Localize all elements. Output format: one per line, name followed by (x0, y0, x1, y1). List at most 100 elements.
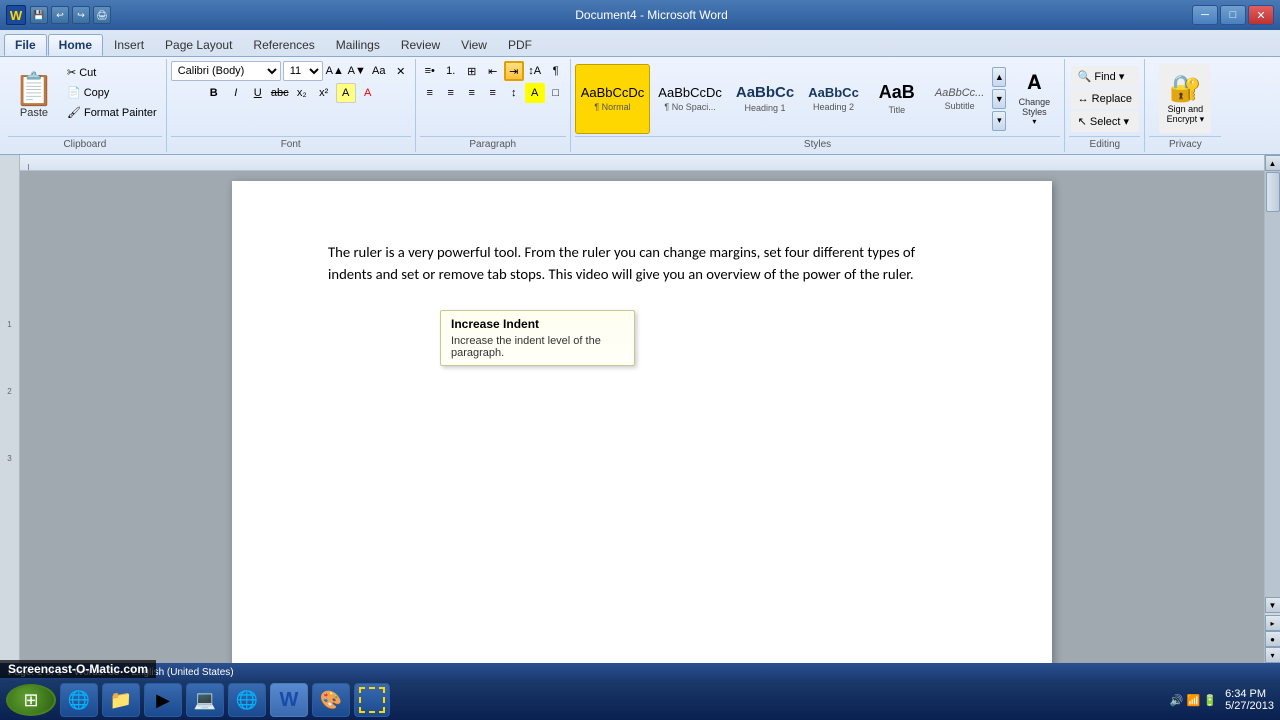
ruler-mark-1: 1 (7, 320, 11, 329)
sign-encrypt-btn[interactable]: 🔐 Sign andEncrypt ▾ (1159, 64, 1211, 134)
style-more[interactable]: ▾ (992, 111, 1006, 131)
print-quick-btn[interactable]: 🖨 (93, 6, 111, 24)
scroll-up-btn[interactable]: ▲ (1265, 155, 1280, 171)
decrease-indent-btn[interactable]: ⇤ (483, 61, 503, 81)
tab-pdf[interactable]: PDF (498, 34, 542, 56)
editing-group: 🔍 Find ▾ ↔ Replace ↖ Select ▾ Editing (1065, 59, 1145, 152)
style-subtitle-label: Subtitle (945, 101, 975, 111)
shrink-font-btn[interactable]: A▼ (347, 61, 367, 81)
highlight-btn[interactable]: A (336, 83, 356, 103)
scroll-track[interactable] (1265, 171, 1280, 597)
align-right-btn[interactable]: ≡ (462, 83, 482, 103)
show-para-btn[interactable]: ¶ (546, 61, 566, 81)
minimize-btn[interactable]: ─ (1192, 5, 1218, 25)
font-content: Calibri (Body) 11 A▲ A▼ Aa ✕ B I U abc x… (171, 61, 411, 136)
tooltip: Increase Indent Increase the indent leve… (440, 310, 635, 366)
date: 5/27/2013 (1225, 700, 1274, 712)
copy-button[interactable]: 📄 Copy (62, 83, 162, 102)
clear-format-btn[interactable]: ✕ (391, 61, 411, 81)
taskbar-media-btn[interactable]: ▶ (144, 683, 182, 717)
numbered-list-btn[interactable]: 1. (441, 61, 461, 81)
align-left-btn[interactable]: ≡ (420, 83, 440, 103)
undo-quick-btn[interactable]: ↩ (51, 6, 69, 24)
bullet-list-btn[interactable]: ≡• (420, 61, 440, 81)
taskbar-screencast-btn[interactable]: 💻 (186, 683, 224, 717)
start-button[interactable]: ⊞ (6, 684, 56, 716)
font-family-select[interactable]: Calibri (Body) (171, 61, 281, 81)
select-btn[interactable]: ↖ Select ▾ (1071, 111, 1139, 132)
redo-quick-btn[interactable]: ↪ (72, 6, 90, 24)
paste-button[interactable]: 📋 Paste (8, 61, 60, 131)
multilevel-list-btn[interactable]: ⊞ (462, 61, 482, 81)
border-btn[interactable]: □ (546, 83, 566, 103)
find-btn[interactable]: 🔍 Find ▾ (1071, 66, 1139, 87)
word-logo: W (6, 5, 26, 25)
vertical-scrollbar[interactable]: ▲ ▼ ▸ ● ▾ (1264, 155, 1280, 663)
scroll-extra-btn2[interactable]: ● (1265, 631, 1280, 647)
style-heading2[interactable]: AaBbCc Heading 2 (802, 64, 865, 134)
style-scroll-down[interactable]: ▼ (992, 89, 1006, 109)
taskbar-explorer-btn[interactable]: 📁 (102, 683, 140, 717)
justify-btn[interactable]: ≡ (483, 83, 503, 103)
taskbar-word-btn[interactable]: W (270, 683, 308, 717)
tab-references[interactable]: References (243, 34, 324, 56)
style-normal-label: ¶ Normal (594, 102, 630, 112)
privacy-group-label: Privacy (1149, 136, 1221, 150)
document-text[interactable]: The ruler is a very powerful tool. From … (328, 241, 956, 285)
ie-icon: 🌐 (65, 686, 93, 714)
font-color-btn[interactable]: A (358, 83, 378, 103)
privacy-group: 🔐 Sign andEncrypt ▾ Privacy (1145, 59, 1225, 152)
paragraph-content: ≡• 1. ⊞ ⇤ ⇥ ↕A ¶ ≡ ≡ ≡ ≡ ↕ A □ (420, 61, 566, 136)
underline-btn[interactable]: U (248, 83, 268, 103)
taskbar-paint-btn[interactable]: 🎨 (312, 683, 350, 717)
tab-page-layout[interactable]: Page Layout (155, 34, 242, 56)
media-icon: ▶ (149, 686, 177, 714)
scroll-extra-btn1[interactable]: ▸ (1265, 615, 1280, 631)
shading-btn[interactable]: A (525, 83, 545, 103)
save-quick-btn[interactable]: 💾 (30, 6, 48, 24)
tab-insert[interactable]: Insert (104, 34, 154, 56)
font-size-select[interactable]: 11 (283, 61, 323, 81)
subscript-btn[interactable]: x₂ (292, 83, 312, 103)
replace-btn[interactable]: ↔ Replace (1071, 89, 1139, 109)
line-spacing-btn[interactable]: ↕ (504, 83, 524, 103)
change-styles-button[interactable]: 𝐀 ChangeStyles ▾ (1008, 64, 1060, 134)
maximize-btn[interactable]: □ (1220, 5, 1246, 25)
page-container[interactable]: The ruler is a very powerful tool. From … (20, 171, 1264, 663)
close-btn[interactable]: ✕ (1248, 5, 1274, 25)
change-case-btn[interactable]: Aa (369, 61, 389, 81)
strikethrough-btn[interactable]: abc (270, 83, 290, 103)
style-subtitle[interactable]: AaBbCc... Subtitle (929, 64, 991, 134)
tab-mailings[interactable]: Mailings (326, 34, 390, 56)
taskbar-browser-btn[interactable]: 🌐 (228, 683, 266, 717)
font-row1: Calibri (Body) 11 A▲ A▼ Aa ✕ (171, 61, 411, 81)
paste-icon: 📋 (14, 73, 54, 105)
style-heading1[interactable]: AaBbCc Heading 1 (730, 64, 800, 134)
style-nospace-preview: AaBbCcDc (658, 85, 722, 100)
taskbar-ie-btn[interactable]: 🌐 (60, 683, 98, 717)
style-title[interactable]: AaB Title (867, 64, 927, 134)
scroll-thumb[interactable] (1266, 172, 1280, 212)
superscript-btn[interactable]: x² (314, 83, 334, 103)
sort-btn[interactable]: ↕A (525, 61, 545, 81)
word-page[interactable]: The ruler is a very powerful tool. From … (232, 181, 1052, 663)
style-h1-preview: AaBbCc (736, 84, 794, 101)
align-center-btn[interactable]: ≡ (441, 83, 461, 103)
tab-view[interactable]: View (451, 34, 497, 56)
style-no-spacing[interactable]: AaBbCcDc ¶ No Spaci... (652, 64, 728, 134)
italic-btn[interactable]: I (226, 83, 246, 103)
format-painter-button[interactable]: 🖌 Format Painter (62, 103, 162, 122)
grow-font-btn[interactable]: A▲ (325, 61, 345, 81)
style-normal[interactable]: AaBbCcDc ¶ Normal (575, 64, 651, 134)
increase-indent-btn[interactable]: ⇥ (504, 61, 524, 81)
bold-btn[interactable]: B (204, 83, 224, 103)
scroll-down-btn[interactable]: ▼ (1265, 597, 1280, 613)
tab-file[interactable]: File (4, 34, 47, 56)
taskbar: ⊞ 🌐 📁 ▶ 💻 🌐 W 🎨 🔊 📶 🔋 6:34 PM 5/27/2013 (0, 680, 1280, 720)
taskbar-snipping-btn[interactable] (354, 683, 390, 717)
style-scroll-up[interactable]: ▲ (992, 67, 1006, 87)
cut-button[interactable]: ✂ Cut (62, 63, 162, 82)
tab-review[interactable]: Review (391, 34, 450, 56)
scroll-extra-btn3[interactable]: ▾ (1265, 647, 1280, 663)
tab-home[interactable]: Home (48, 34, 103, 56)
